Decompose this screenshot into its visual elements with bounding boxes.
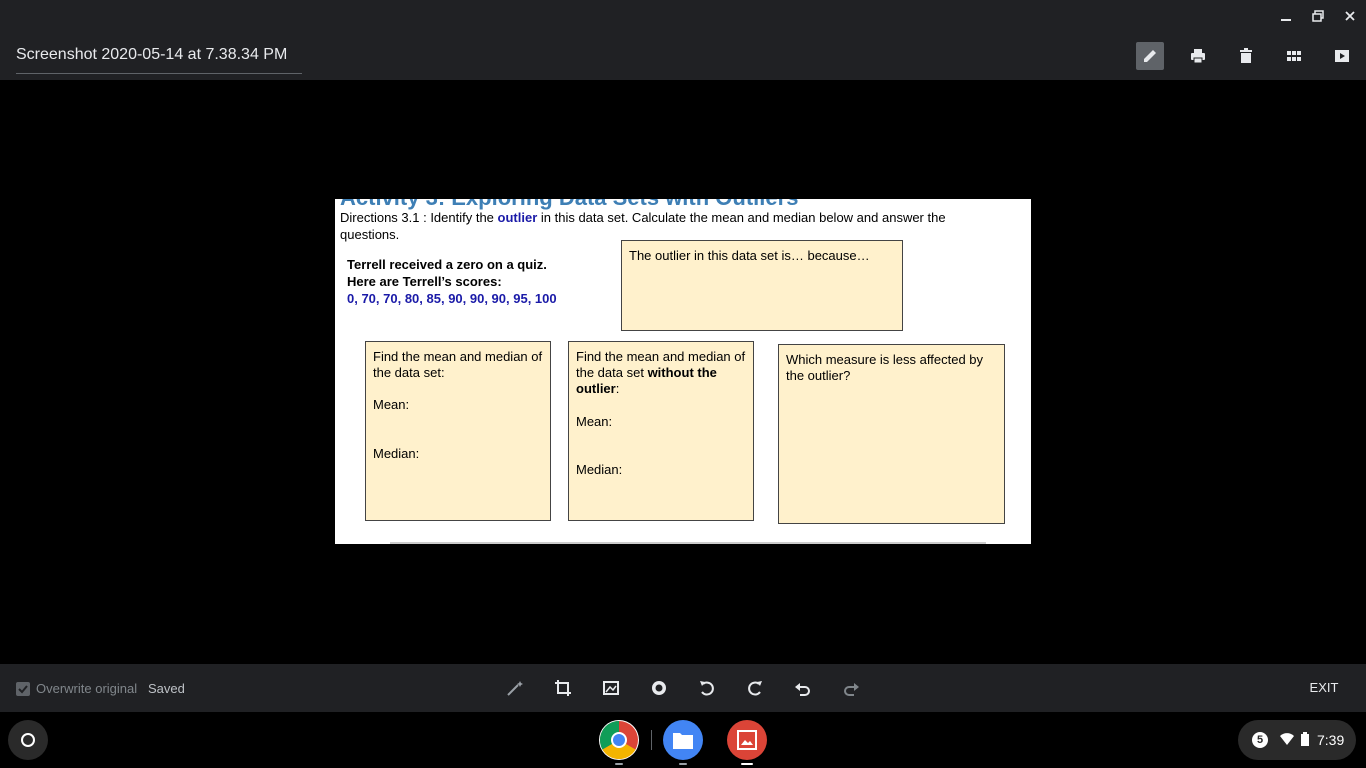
scores-list: 0, 70, 70, 80, 85, 90, 90, 90, 95, 100 — [347, 291, 557, 306]
close-icon[interactable] — [1338, 4, 1362, 28]
directions-prefix: Directions 3.1 : Identify the — [340, 210, 498, 225]
box3-question: Which measure is less affected by the ou… — [786, 352, 984, 383]
rotate-left-icon[interactable] — [695, 676, 719, 700]
rotate-right-icon[interactable] — [743, 676, 767, 700]
delete-icon[interactable] — [1232, 42, 1260, 70]
running-indicator — [679, 763, 687, 765]
window-caption-bar — [0, 0, 1366, 32]
outlier-answer-box: The outlier in this data set is… because… — [621, 240, 903, 331]
terrell-line-2: Here are Terrell’s scores: — [347, 274, 502, 289]
brightness-icon[interactable] — [647, 676, 671, 700]
launcher-icon — [21, 733, 35, 747]
chrome-icon[interactable] — [599, 720, 639, 760]
battery-icon — [1301, 731, 1309, 749]
wifi-icon — [1280, 732, 1294, 748]
redo-icon[interactable] — [839, 676, 863, 700]
screenshot-image: Activity 3: Exploring Data Sets with Out… — [335, 199, 1031, 544]
clock-time: 7:39 — [1317, 732, 1345, 748]
exit-button[interactable]: EXIT — [1304, 680, 1344, 695]
auto-fix-icon[interactable] — [503, 676, 527, 700]
restore-icon[interactable] — [1306, 4, 1330, 28]
status-tray[interactable]: 5 7:39 — [1238, 720, 1356, 760]
box2-title-suffix: : — [615, 381, 620, 396]
terrell-scores-block: Terrell received a zero on a quiz. Here … — [347, 256, 557, 307]
less-affected-box: Which measure is less affected by the ou… — [778, 344, 1005, 524]
box1-title: Find the mean and median of the data set… — [373, 349, 543, 380]
overwrite-original-label: Overwrite original — [36, 681, 138, 696]
undo-icon[interactable] — [791, 676, 815, 700]
box2-mean-label: Mean: — [576, 414, 613, 429]
box2-median-label: Median: — [576, 462, 623, 477]
checkbox-check-icon — [16, 681, 30, 696]
overwrite-original-checkbox[interactable]: Overwrite original — [16, 681, 137, 696]
directions-outlier-word: outlier — [497, 210, 538, 225]
saved-status: Saved — [148, 681, 185, 696]
launcher-button[interactable] — [8, 720, 48, 760]
file-name-field[interactable]: Screenshot 2020-05-14 at 7.38.34 PM — [16, 46, 302, 74]
running-indicator — [615, 763, 623, 765]
directions-text: Directions 3.1 : Identify the outlier in… — [340, 209, 960, 243]
outlier-prompt: The outlier in this data set is… because… — [629, 248, 870, 263]
grid-icon[interactable] — [1280, 42, 1308, 70]
terrell-line-1: Terrell received a zero on a quiz. — [347, 257, 547, 272]
shelf-separator — [651, 730, 652, 750]
active-indicator — [741, 763, 753, 765]
box2-title: Find the mean and median of the data set… — [576, 349, 746, 397]
shelf: 5 7:39 — [0, 712, 1366, 768]
divider — [390, 542, 986, 544]
edit-toolbar: Overwrite original Saved EXIT — [0, 664, 1366, 712]
top-toolbar: Screenshot 2020-05-14 at 7.38.34 PM — [0, 32, 1366, 80]
minimize-icon[interactable] — [1274, 4, 1298, 28]
mean-median-box: Find the mean and median of the data set… — [365, 341, 551, 521]
files-icon[interactable] — [663, 720, 703, 760]
without-outlier-box: Find the mean and median of the data set… — [568, 341, 754, 521]
print-icon[interactable] — [1184, 42, 1212, 70]
resize-icon[interactable] — [599, 676, 623, 700]
pencil-icon[interactable] — [1136, 42, 1164, 70]
crop-icon[interactable] — [551, 676, 575, 700]
gallery-icon[interactable] — [727, 720, 767, 760]
box1-median-label: Median: — [373, 446, 420, 461]
box1-mean-label: Mean: — [373, 397, 410, 412]
notification-badge: 5 — [1252, 732, 1268, 748]
slideshow-icon[interactable] — [1328, 42, 1356, 70]
